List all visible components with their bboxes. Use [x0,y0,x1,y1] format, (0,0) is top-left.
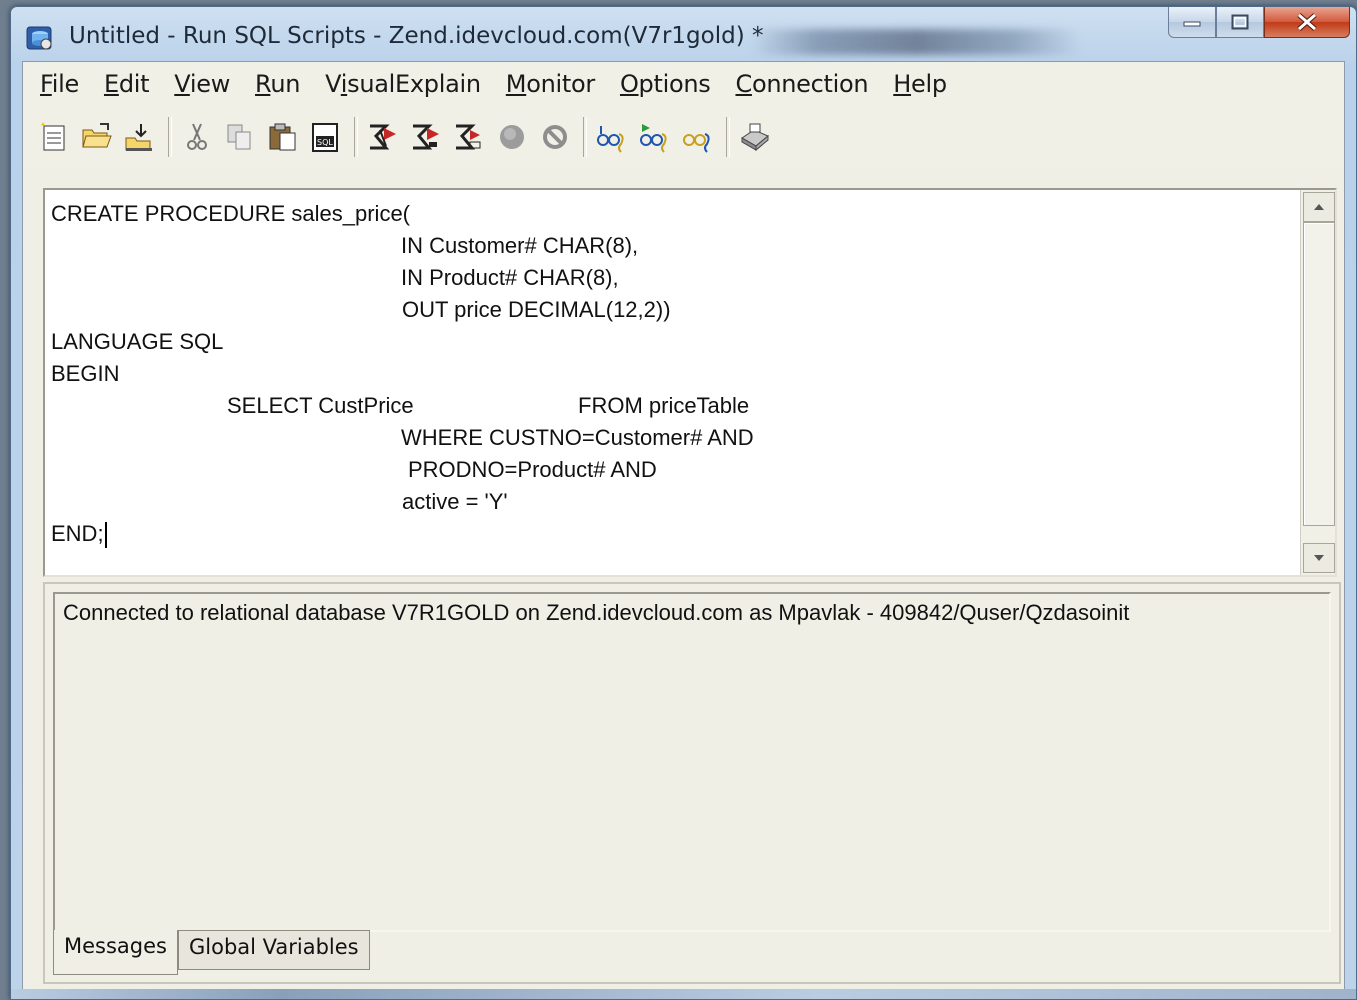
code-line: LANGUAGE SQL [51,329,224,354]
menu-mnemonic: C [735,70,752,98]
sql-editor[interactable]: CREATE PROCEDURE sales_price( IN Custome… [43,188,1337,577]
sql-code-area[interactable]: CREATE PROCEDURE sales_price( IN Custome… [51,198,1295,575]
menu-mnemonic: V [174,70,190,98]
toolbar-separator [354,117,358,157]
code-line: WHERE CUSTNO=Customer# AND [401,425,754,450]
window-bottom-border [11,989,1356,999]
close-button[interactable] [1264,7,1350,38]
open-button[interactable] [78,118,116,156]
title-bar[interactable]: Untitled - Run SQL Scripts - Zend.idevcl… [11,7,1356,63]
insert-sql-button[interactable]: SQL [307,118,345,156]
code-line: CREATE PROCEDURE sales_price( [51,201,411,226]
toolbar-separator [168,117,172,157]
code-line: IN Customer# CHAR(8), [401,233,639,258]
messages-pane: Connected to relational database V7R1GOL… [43,582,1341,984]
svg-text:SQL: SQL [317,138,333,147]
explain-icon [597,126,624,153]
scroll-up-button[interactable] [1303,192,1335,222]
cancel-icon [543,125,567,149]
new-icon [41,122,65,151]
explain-button[interactable] [593,118,631,156]
run-selected-icon [456,124,481,150]
code-line-last: END; [51,518,107,550]
explain-only-button[interactable] [679,118,717,156]
run-selected-button[interactable] [450,118,488,156]
run-and-explain-icon [640,124,667,153]
menu-options[interactable]: Options [620,70,711,98]
code-line: active = 'Y' [402,489,508,514]
client-area: File Edit View Run VisualExplain Monitor… [22,61,1345,995]
code-line: FROM priceTable [578,393,750,418]
arrow-up-icon [1314,204,1324,210]
print-button[interactable] [736,118,774,156]
toolbar-separator [726,117,730,157]
cut-button[interactable] [178,118,216,156]
code-line: SELECT CustPrice [227,393,414,418]
paste-button[interactable] [264,118,302,156]
open-icon [82,123,112,148]
menu-mnemonic: H [893,70,912,98]
copy-icon [227,124,251,150]
cut-icon [187,123,207,150]
minimize-button[interactable] [1168,7,1216,38]
menu-mnemonic: i [340,70,348,98]
menu-mnemonic: R [255,70,271,98]
window-controls [1168,7,1350,45]
run-from-selected-button[interactable] [407,118,445,156]
close-icon [1297,13,1317,31]
menu-mnemonic: F [40,70,52,98]
save-icon [125,124,152,151]
copy-button[interactable] [221,118,259,156]
menu-view[interactable]: View [174,70,230,98]
connection-message: Connected to relational database V7R1GOL… [63,600,1130,625]
arrow-down-icon [1314,555,1324,561]
menu-mnemonic: O [619,70,639,98]
title-bar-glass [751,29,1081,55]
run-all-icon [370,124,396,150]
menu-connection[interactable]: Connection [735,70,868,98]
scroll-down-button[interactable] [1303,543,1335,573]
code-line: OUT price DECIMAL(12,2)) [402,297,671,322]
scroll-thumb[interactable] [1303,222,1335,526]
run-from-selected-icon [413,124,439,150]
minimize-icon [1183,21,1201,27]
text-caret [104,522,107,549]
app-icon [26,26,52,50]
menu-bar: File Edit View Run VisualExplain Monitor… [23,62,1344,106]
save-button[interactable] [121,118,159,156]
new-button[interactable] [35,118,73,156]
cancel-button[interactable] [536,118,574,156]
maximize-icon [1231,14,1249,30]
menu-edit[interactable]: Edit [103,70,150,98]
explain-only-icon [683,133,710,153]
editor-vertical-scrollbar[interactable] [1300,190,1335,575]
menu-run[interactable]: Run [255,70,300,98]
print-icon [741,123,769,152]
toolbar: SQL [23,106,1344,168]
menu-monitor[interactable]: Monitor [506,70,595,98]
code-line: END; [51,521,104,546]
insert-sql-icon: SQL [312,123,338,152]
maximize-button[interactable] [1216,7,1264,38]
menu-mnemonic: E [103,70,119,98]
stop-button[interactable] [493,118,531,156]
menu-help[interactable]: Help [893,70,947,98]
results-tabs: Messages Global Variables [53,930,370,975]
messages-box[interactable]: Connected to relational database V7R1GOL… [53,592,1331,932]
tab-messages[interactable]: Messages [53,930,178,975]
menu-visualexplain[interactable]: VisualExplain [325,70,481,98]
stop-icon [500,125,524,149]
code-line: BEGIN [51,361,120,386]
code-line: PRODNO=Product# AND [408,457,657,482]
run-and-explain-button[interactable] [636,118,674,156]
menu-file[interactable]: File [40,70,79,98]
code-line: IN Product# CHAR(8), [401,265,619,290]
window-title: Untitled - Run SQL Scripts - Zend.idevcl… [69,23,764,49]
toolbar-separator [583,117,587,157]
paste-icon [269,123,296,151]
tab-global-variables[interactable]: Global Variables [177,930,370,970]
menu-mnemonic: M [505,70,527,98]
run-all-button[interactable] [364,118,402,156]
main-window: Untitled - Run SQL Scripts - Zend.idevcl… [10,6,1357,1000]
